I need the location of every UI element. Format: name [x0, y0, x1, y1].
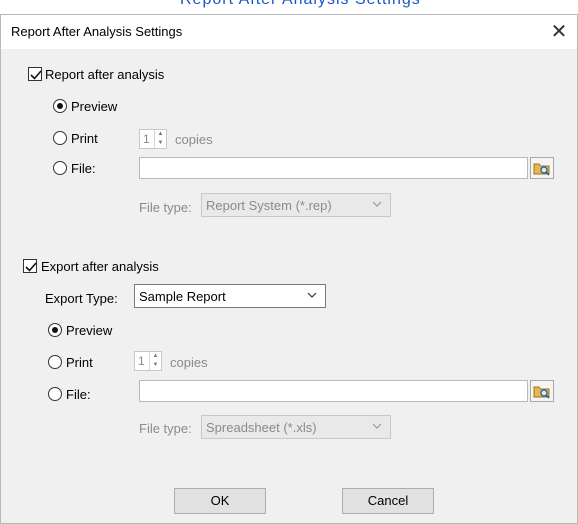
export-print-label: Print — [66, 355, 93, 370]
export-file-type-label: File type: — [139, 421, 192, 436]
export-file-path-input[interactable] — [139, 380, 528, 402]
report-copies-label: copies — [175, 132, 213, 147]
close-button[interactable]: ✕ — [541, 15, 577, 49]
export-browse-button[interactable] — [530, 380, 554, 402]
export-type-value: Sample Report — [139, 289, 226, 304]
report-print-label: Print — [71, 131, 98, 146]
check-icon — [30, 70, 42, 80]
chevron-down-icon — [372, 423, 382, 429]
close-icon: ✕ — [550, 21, 568, 43]
report-file-radio[interactable] — [53, 161, 67, 175]
export-after-analysis-label: Export after analysis — [41, 259, 159, 274]
spinner-arrows[interactable]: ▲ ▼ — [154, 130, 166, 148]
export-file-type-select[interactable]: Spreadsheet (*.xls) — [201, 415, 391, 439]
report-preview-label: Preview — [71, 99, 118, 114]
title-bar: Report After Analysis Settings ✕ — [1, 15, 577, 49]
radio-selected-dot — [57, 103, 63, 109]
export-type-label: Export Type: — [45, 291, 118, 306]
export-copies-value: 1 — [138, 354, 145, 368]
folder-search-icon — [533, 163, 550, 176]
report-copies-value: 1 — [143, 132, 150, 146]
cancel-button[interactable]: Cancel — [342, 488, 434, 514]
chevron-down-icon — [307, 292, 317, 298]
report-file-type-select[interactable]: Report System (*.rep) — [201, 193, 391, 217]
export-type-select[interactable]: Sample Report — [134, 284, 326, 308]
folder-search-icon — [533, 386, 550, 399]
export-copies-label: copies — [170, 355, 208, 370]
report-preview-radio[interactable] — [53, 99, 67, 113]
export-file-type-value: Spreadsheet (*.xls) — [206, 420, 317, 435]
dialog-title: Report After Analysis Settings — [11, 24, 183, 39]
export-preview-radio[interactable] — [48, 323, 62, 337]
spinner-up-icon[interactable]: ▲ — [150, 352, 161, 361]
report-file-label: File: — [71, 161, 96, 176]
clipped-header-text: Report After Analysis Settings — [180, 0, 421, 9]
chevron-down-icon — [372, 201, 382, 207]
spinner-arrows[interactable]: ▲ ▼ — [149, 352, 161, 370]
spinner-down-icon[interactable]: ▼ — [150, 361, 161, 370]
check-icon — [25, 262, 37, 272]
export-preview-label: Preview — [66, 323, 113, 338]
export-file-radio[interactable] — [48, 387, 62, 401]
dialog-window: Report After Analysis Settings ✕ Report … — [0, 14, 578, 524]
report-file-type-value: Report System (*.rep) — [206, 198, 332, 213]
radio-selected-dot — [52, 327, 58, 333]
ok-button[interactable]: OK — [174, 488, 266, 514]
spinner-up-icon[interactable]: ▲ — [155, 130, 166, 139]
export-after-analysis-checkbox[interactable] — [23, 259, 37, 273]
report-after-analysis-label: Report after analysis — [45, 67, 165, 82]
report-browse-button[interactable] — [530, 157, 554, 179]
report-copies-spinner[interactable]: 1 ▲ ▼ — [139, 129, 167, 149]
export-print-radio[interactable] — [48, 355, 62, 369]
export-file-label: File: — [66, 387, 91, 402]
report-file-path-input[interactable] — [139, 157, 528, 179]
report-print-radio[interactable] — [53, 131, 67, 145]
clipped-header-strip: Report After Analysis Settings — [0, 0, 578, 14]
export-copies-spinner[interactable]: 1 ▲ ▼ — [134, 351, 162, 371]
report-file-type-label: File type: — [139, 200, 192, 215]
report-after-analysis-checkbox[interactable] — [28, 67, 42, 81]
spinner-down-icon[interactable]: ▼ — [155, 139, 166, 148]
